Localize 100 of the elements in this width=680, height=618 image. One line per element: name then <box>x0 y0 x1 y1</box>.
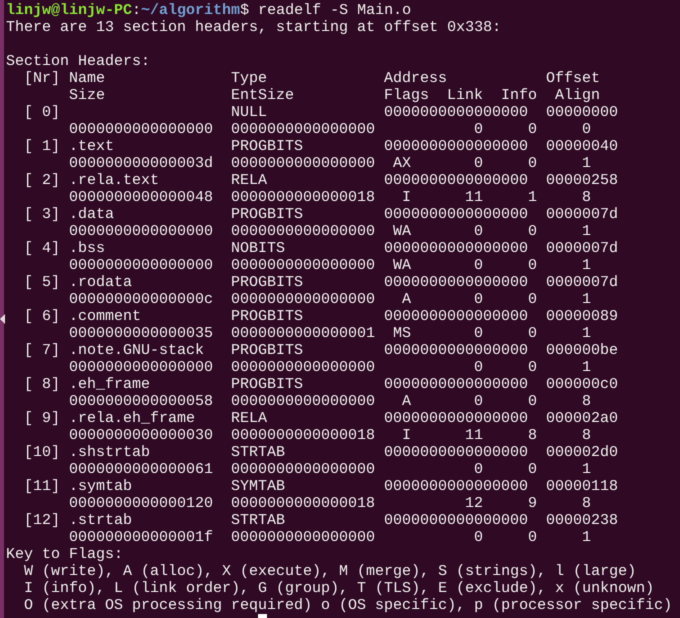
output-line: O (extra OS processing required) o (OS specific), p (processor specific) <box>24 597 672 614</box>
column-header: Flags <box>384 87 430 104</box>
table-cell: 0 <box>474 393 484 410</box>
section-title: Key to Flags: <box>6 546 124 563</box>
table-cell: A <box>402 291 412 308</box>
table-cell-text: 0000000000000058 <box>69 393 214 410</box>
table-cell: 1 <box>528 189 538 206</box>
table-cell: I <box>402 189 412 206</box>
table-cell: 8 <box>528 427 538 444</box>
table-cell: 0 <box>474 121 484 138</box>
table-cell: 0 <box>528 121 538 138</box>
table-cell-text: 0000000000000000 <box>384 410 530 427</box>
table-cell-text: 0000000000000000 <box>384 308 530 325</box>
table-cell-text: NULL <box>231 104 268 121</box>
table-cell-text: .rodata <box>69 274 134 291</box>
table-cell: 0 <box>474 359 484 376</box>
table-cell: 0000007d <box>546 240 618 257</box>
table-cell: 11 <box>465 427 484 444</box>
table-cell-text: 0000000000000048 <box>69 189 214 206</box>
table-cell-text: .rela.text <box>69 172 160 189</box>
table-cell-text: 0000000000000000 <box>384 104 530 121</box>
table-cell-text: STRTAB <box>231 512 286 529</box>
table-cell: 9 <box>528 495 538 512</box>
table-cell: 1 <box>582 257 592 274</box>
table-cell: WA <box>393 223 412 240</box>
table-cell-text: 0000000000000000 <box>384 376 530 393</box>
table-cell: 00000258 <box>546 172 618 189</box>
table-cell-text: .rela.eh_frame <box>69 410 196 427</box>
table-cell: 1 <box>582 325 592 342</box>
prompt-separator: : <box>132 2 142 19</box>
table-cell-text: [ 2] <box>24 172 62 189</box>
table-cell-text: PROGBITS <box>231 308 304 325</box>
column-header: Link <box>447 87 484 104</box>
table-cell: 11 <box>465 189 484 206</box>
table-cell: AX <box>393 155 412 172</box>
table-cell-text: RELA <box>231 172 268 189</box>
table-cell-text: PROGBITS <box>231 138 304 155</box>
table-cell-text: [11] <box>24 478 62 495</box>
table-cell: 000000be <box>546 342 618 359</box>
table-cell-text: 0000000000000018 <box>231 189 376 206</box>
table-cell-text: .text <box>69 138 116 155</box>
table-cell-text: .data <box>69 206 116 223</box>
table-cell-text: [12] <box>24 512 62 529</box>
prompt-user-host: linjw@linjw-PC <box>6 2 132 19</box>
table-cell-text: [ 6] <box>24 308 62 325</box>
table-cell-text: 0000000000000000 <box>384 512 530 529</box>
table-cell: 0 <box>528 325 538 342</box>
table-cell-text: 0000000000000000 <box>231 257 376 274</box>
column-header: Info <box>501 87 538 104</box>
table-cell-text: PROGBITS <box>231 376 304 393</box>
table-cell-text: [ 8] <box>24 376 62 393</box>
caret-icon <box>0 314 5 324</box>
table-cell-text: 0000000000000000 <box>384 172 530 189</box>
column-header: Name <box>69 70 106 87</box>
table-cell-text: 0000000000000000 <box>231 291 376 308</box>
table-cell-text: .strtab <box>69 512 134 529</box>
table-cell: 0 <box>528 155 538 172</box>
table-cell-text: SYMTAB <box>231 478 286 495</box>
output-line: There are 13 section headers, starting at offset 0x338: <box>6 19 502 36</box>
column-header: [Nr] <box>23 70 62 87</box>
column-header: Address <box>384 70 448 87</box>
column-header: Type <box>231 70 268 87</box>
table-cell: 0 <box>528 529 538 546</box>
table-cell-text: [ 5] <box>24 274 62 291</box>
table-cell-text: 0000000000000035 <box>69 325 214 342</box>
column-header: Size <box>69 87 106 104</box>
table-cell: 0 <box>528 257 538 274</box>
table-cell: 00000118 <box>546 478 618 495</box>
table-cell-text: 0000000000000000 <box>384 206 530 223</box>
table-cell-text: [10] <box>24 444 62 461</box>
table-cell-text: PROGBITS <box>231 206 304 223</box>
table-cell-text: 0000000000000030 <box>69 427 214 444</box>
table-cell-text: 0000000000000000 <box>231 359 376 376</box>
table-cell-text: 0000000000000000 <box>69 121 214 138</box>
table-cell: 0 <box>474 325 484 342</box>
table-cell: 0 <box>474 461 484 478</box>
table-cell: 0 <box>474 257 484 274</box>
table-cell-text: 0000000000000000 <box>384 138 530 155</box>
table-cell: 8 <box>582 495 592 512</box>
table-cell-text: 0000000000000120 <box>69 495 214 512</box>
output-line: I (info), L (link order), G (group), T (TLS), E (exclude), x (unknown) <box>24 580 654 597</box>
table-cell: 0 <box>528 393 538 410</box>
table-cell: 0000007d <box>546 206 618 223</box>
table-cell-text: 0000000000000000 <box>231 529 376 546</box>
table-cell-text: 0000000000000018 <box>231 495 376 512</box>
table-cell-text: NOBITS <box>231 240 286 257</box>
table-cell-text: 0000000000000000 <box>69 257 214 274</box>
table-cell-text: [ 9] <box>24 410 62 427</box>
table-cell-text: 0000000000000001 <box>231 325 376 342</box>
table-cell: WA <box>393 257 412 274</box>
table-cell-text: 0000000000000061 <box>69 461 214 478</box>
table-cell: 12 <box>465 495 484 512</box>
table-cell-text: 0000000000000000 <box>231 121 376 138</box>
column-header: Align <box>555 87 600 104</box>
table-cell-text: 0000000000000000 <box>231 155 376 172</box>
table-cell: 0 <box>528 359 538 376</box>
table-cell: 00000000 <box>546 104 618 121</box>
command-text: readelf -S Main.o <box>257 2 412 19</box>
table-cell: 000002d0 <box>546 444 618 461</box>
table-cell: 0 <box>474 529 484 546</box>
